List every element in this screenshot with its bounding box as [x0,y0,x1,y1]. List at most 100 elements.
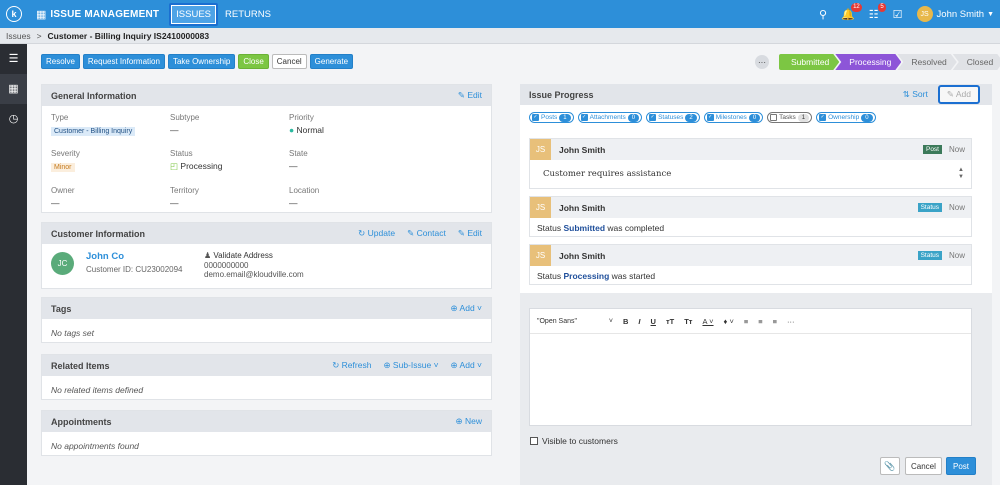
text-color-icon[interactable]: A ˅ [702,317,713,326]
state-value: — [289,161,298,171]
checkbox-checked-icon: ✓ [819,114,827,121]
visible-to-customers-option[interactable]: Visible to customers [530,436,618,446]
validate-address-link[interactable]: Validate Address [213,251,272,260]
new-appointment-button[interactable]: ⊕ New [456,416,483,427]
refresh-label: Refresh [341,360,372,370]
apps-grid-icon[interactable]: ▦ [36,8,46,21]
tasks-icon[interactable]: ☷ 5 [869,2,886,21]
add-progress-button[interactable]: ✎ Add [937,85,980,104]
more-formatting-icon[interactable]: ··· [787,317,795,326]
filter-label: Tasks [779,114,796,121]
app-title[interactable]: ISSUE MANAGEMENT [50,9,159,20]
checkbox-unchecked-icon [770,114,778,121]
checkbox-checked-icon: ✓ [580,114,588,121]
customer-id: Customer ID: CU23002094 [86,265,183,274]
add-progress-label: Add [955,89,971,99]
entry-author[interactable]: John Smith [559,203,605,213]
align-left-icon[interactable]: ≡ [744,317,748,326]
customer-information-header: Customer Information ↻ Update ✎ Contact … [42,223,491,244]
checkbox-checked-icon: ✓ [649,114,657,121]
related-items-empty-text: No related items defined [51,385,144,395]
owner-value: — [51,198,60,208]
take-ownership-button[interactable]: Take Ownership [167,54,236,69]
history-icon[interactable]: ◷ [0,104,27,134]
breadcrumb-issues[interactable]: Issues [6,31,31,41]
chevron-right-icon: > [36,30,42,41]
status-value: Processing [180,161,223,171]
stage-submitted[interactable]: Submitted [779,54,839,70]
italic-icon[interactable]: I [638,317,640,326]
refresh-related-button[interactable]: ↻ Refresh [332,360,371,371]
highlight-color-icon[interactable]: ♦ ˅ [724,317,734,326]
entry-author[interactable]: John Smith [559,145,605,155]
filter-ownership[interactable]: ✓ Ownership 0 [816,112,876,123]
generate-button[interactable]: Generate [309,54,354,69]
checkbox-unchecked-icon[interactable] [530,437,538,445]
resolve-button[interactable]: Resolve [41,54,80,69]
filter-milestones[interactable]: ✓ Milestones 0 [703,112,764,123]
app-logo-icon[interactable]: k [6,6,22,22]
paperclip-icon: 📎 [884,460,896,471]
sort-label: Sort [912,89,928,99]
stage-processing[interactable]: Processing [835,54,901,70]
edit-general-button[interactable]: ✎ Edit [458,90,482,101]
underline-icon[interactable]: U [651,317,656,326]
scroll-arrows-icon[interactable]: ▲ ▼ [958,167,964,181]
tab-issues[interactable]: ISSUES [169,2,219,26]
request-information-button[interactable]: Request Information [82,54,165,69]
filter-statuses[interactable]: ✓ Statuses 2 [646,112,700,123]
font-select[interactable]: "Open Sans" ˅ [537,318,613,325]
priority-value: Normal [296,125,324,135]
add-related-button[interactable]: ⊕ Add ˅ [451,360,482,371]
more-options-icon[interactable]: ··· [755,55,769,69]
tab-returns[interactable]: RETURNS [220,5,276,24]
bold-icon[interactable]: B [623,317,628,326]
stage-resolved[interactable]: Resolved [897,54,956,70]
general-information-panel: General Information ✎ Edit Type Customer… [41,84,492,213]
sort-button[interactable]: ⇅ Sort [903,89,928,100]
cancel-button[interactable]: Cancel [271,54,307,69]
edit-customer-button[interactable]: ✎ Edit [458,228,482,239]
filter-posts[interactable]: ✓ Posts 1 [529,112,574,123]
sub-issue-button[interactable]: ⊕ Sub-Issue ˅ [383,360,438,371]
user-menu[interactable]: JS John Smith ▼ [916,6,994,22]
user-name: John Smith [936,8,985,20]
update-customer-button[interactable]: ↻ Update [358,228,395,239]
tags-empty-text: No tags set [51,328,94,338]
customer-name-link[interactable]: John Co [86,251,183,262]
issue-progress-title: Issue Progress [529,89,594,100]
entry-time: Now [948,203,965,212]
font-size-decrease-icon[interactable]: Tт [684,317,692,326]
related-items-title: Related Items [51,360,110,371]
priority-dot-icon: ● [289,125,295,135]
user-avatar: JS [916,6,933,22]
align-center-icon[interactable]: ≡ [758,317,762,326]
progress-entry-status: JS John Smith Status Now Status Submitte… [529,196,972,237]
font-size-increase-icon[interactable]: ᴛT [666,317,674,326]
status-stages: Submitted Processing Resolved Closed [779,54,1000,70]
cancel-post-button[interactable]: Cancel [905,457,942,475]
menu-icon[interactable]: ☰ [0,44,27,74]
calendar-check-icon[interactable]: ☑ [893,8,903,21]
issue-progress-header: Issue Progress ⇅ Sort ✎ Add [520,84,992,105]
search-icon[interactable]: ⚲ [819,8,827,21]
left-rail: ☰ ▦ ◷ [0,44,27,485]
contact-button[interactable]: ✎ Contact [407,228,446,239]
close-button[interactable]: Close [238,54,269,69]
filter-tasks[interactable]: Tasks 1 [767,112,813,123]
rich-text-editor[interactable]: "Open Sans" ˅ B I U ᴛT Tт A ˅ ♦ ˅ ≡ ≡ ≡ ·… [529,308,972,426]
appointments-header: Appointments ⊕ New [42,411,491,432]
bell-icon[interactable]: 🔔 12 [841,2,862,21]
stage-closed[interactable]: Closed [953,54,1000,70]
entry-type-badge: Status [917,251,942,260]
align-right-icon[interactable]: ≡ [773,317,777,326]
add-tag-button[interactable]: ⊕ Add ˅ [451,303,482,314]
progress-entry-status: JS John Smith Status Now Status Processi… [529,244,972,285]
filter-attachments[interactable]: ✓ Attachments 0 [577,112,643,123]
entry-author[interactable]: John Smith [559,251,605,261]
post-button[interactable]: Post [946,457,977,475]
ticket-icon[interactable]: ▦ [0,74,27,104]
severity-label: Severity [51,149,80,158]
attach-button[interactable]: 📎 [880,457,900,475]
customer-avatar: JC [51,252,74,275]
